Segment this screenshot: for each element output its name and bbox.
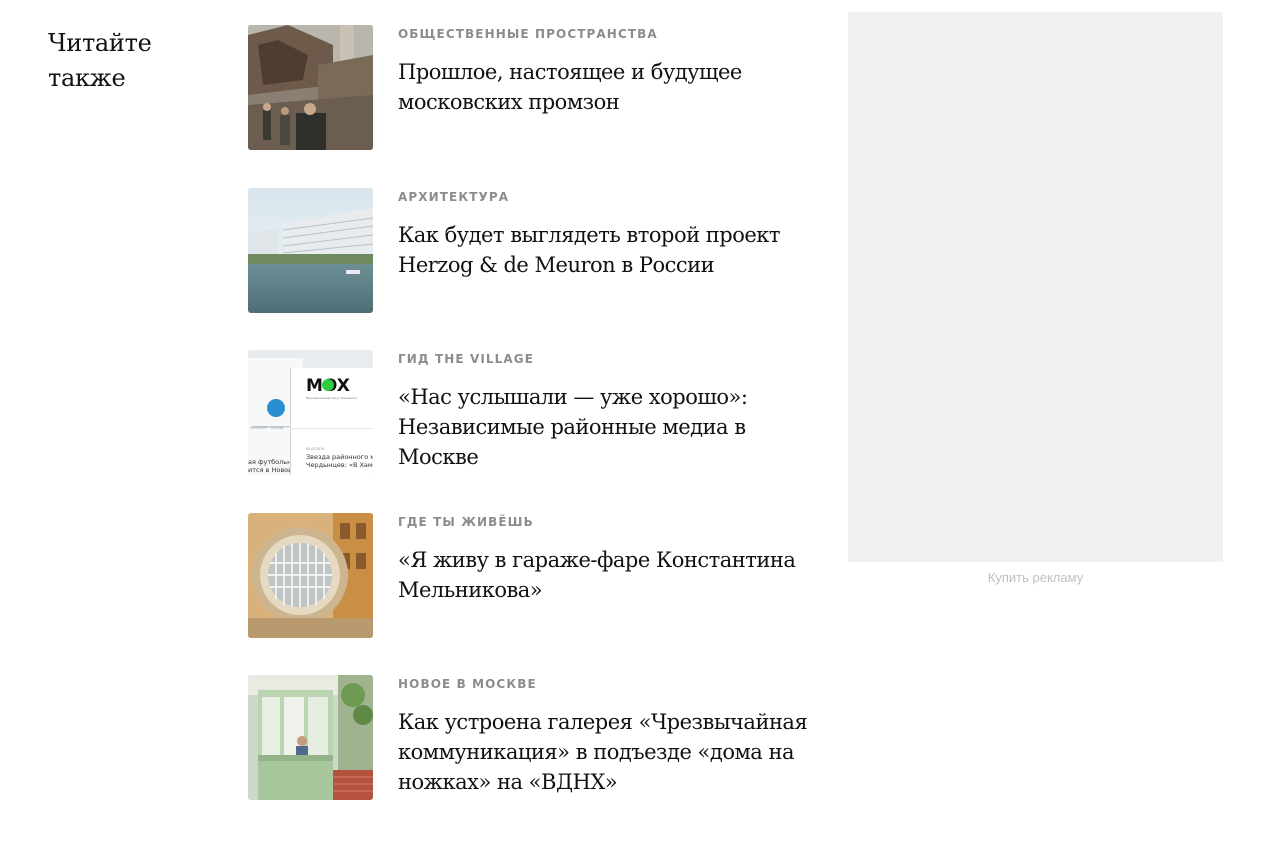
article-card[interactable]: ПЕТЕРБУРГ · МОСКВ ая футбольн ится в Нов… (248, 350, 818, 475)
image-text: 05.03.2019 (306, 447, 324, 451)
image-text: ая футбольн (248, 458, 291, 466)
article-card[interactable]: ГДЕ ТЫ ЖИВЁШЬ «Я живу в гараже-фаре Конс… (248, 512, 818, 638)
article-headline[interactable]: Как устроена галерея «Чрезвычайная комму… (398, 707, 818, 797)
article-card[interactable]: АРХИТЕКТУРА Как будет выглядеть второй п… (248, 187, 818, 313)
article-thumbnail-media-collage[interactable]: ПЕТЕРБУРГ · МОСКВ ая футбольн ится в Нов… (248, 350, 373, 475)
article-rubric[interactable]: ГДЕ ТЫ ЖИВЁШЬ (398, 515, 818, 529)
article-headline[interactable]: Как будет выглядеть второй проект Herzog… (398, 220, 818, 280)
article-rubric[interactable]: ОБЩЕСТВЕННЫЕ ПРОСТРАНСТВА (398, 27, 818, 41)
image-text: ится в Новой (248, 466, 292, 474)
article-card[interactable]: НОВОЕ В МОСКВЕ Как устроена галерея «Чре… (248, 675, 818, 800)
image-text: Звезда районного м (306, 453, 373, 461)
article-headline[interactable]: Прошлое, настоящее и будущее московских … (398, 57, 818, 117)
article-thumbnail-industrial-ruins[interactable] (248, 25, 373, 150)
article-rubric[interactable]: НОВОЕ В МОСКВЕ (398, 677, 818, 691)
related-articles-list: ОБЩЕСТВЕННЫЕ ПРОСТРАНСТВА Прошлое, насто… (248, 25, 818, 838)
article-rubric[interactable]: АРХИТЕКТУРА (398, 190, 818, 204)
image-text: Муниципальный округ Хамовники (306, 396, 357, 400)
article-thumbnail-round-window[interactable] (248, 512, 373, 638)
article-rubric[interactable]: ГИД THE VILLAGE (398, 352, 818, 366)
article-headline[interactable]: «Нас услышали — уже хорошо»: Независимые… (398, 382, 818, 472)
buy-ad-link[interactable]: Купить рекламу (848, 570, 1223, 585)
image-text: ПЕТЕРБУРГ · МОСКВ (250, 426, 283, 430)
article-headline[interactable]: «Я живу в гараже-фаре Константина Мельни… (398, 545, 818, 605)
section-title: Читайте также (48, 29, 152, 92)
article-thumbnail-waterfront-render[interactable] (248, 187, 373, 313)
article-thumbnail-green-kiosk[interactable] (248, 675, 373, 800)
image-text: Чердынцев: «В Хамо (306, 461, 373, 469)
article-card[interactable]: ОБЩЕСТВЕННЫЕ ПРОСТРАНСТВА Прошлое, насто… (248, 25, 818, 150)
ad-placeholder[interactable] (848, 12, 1223, 562)
